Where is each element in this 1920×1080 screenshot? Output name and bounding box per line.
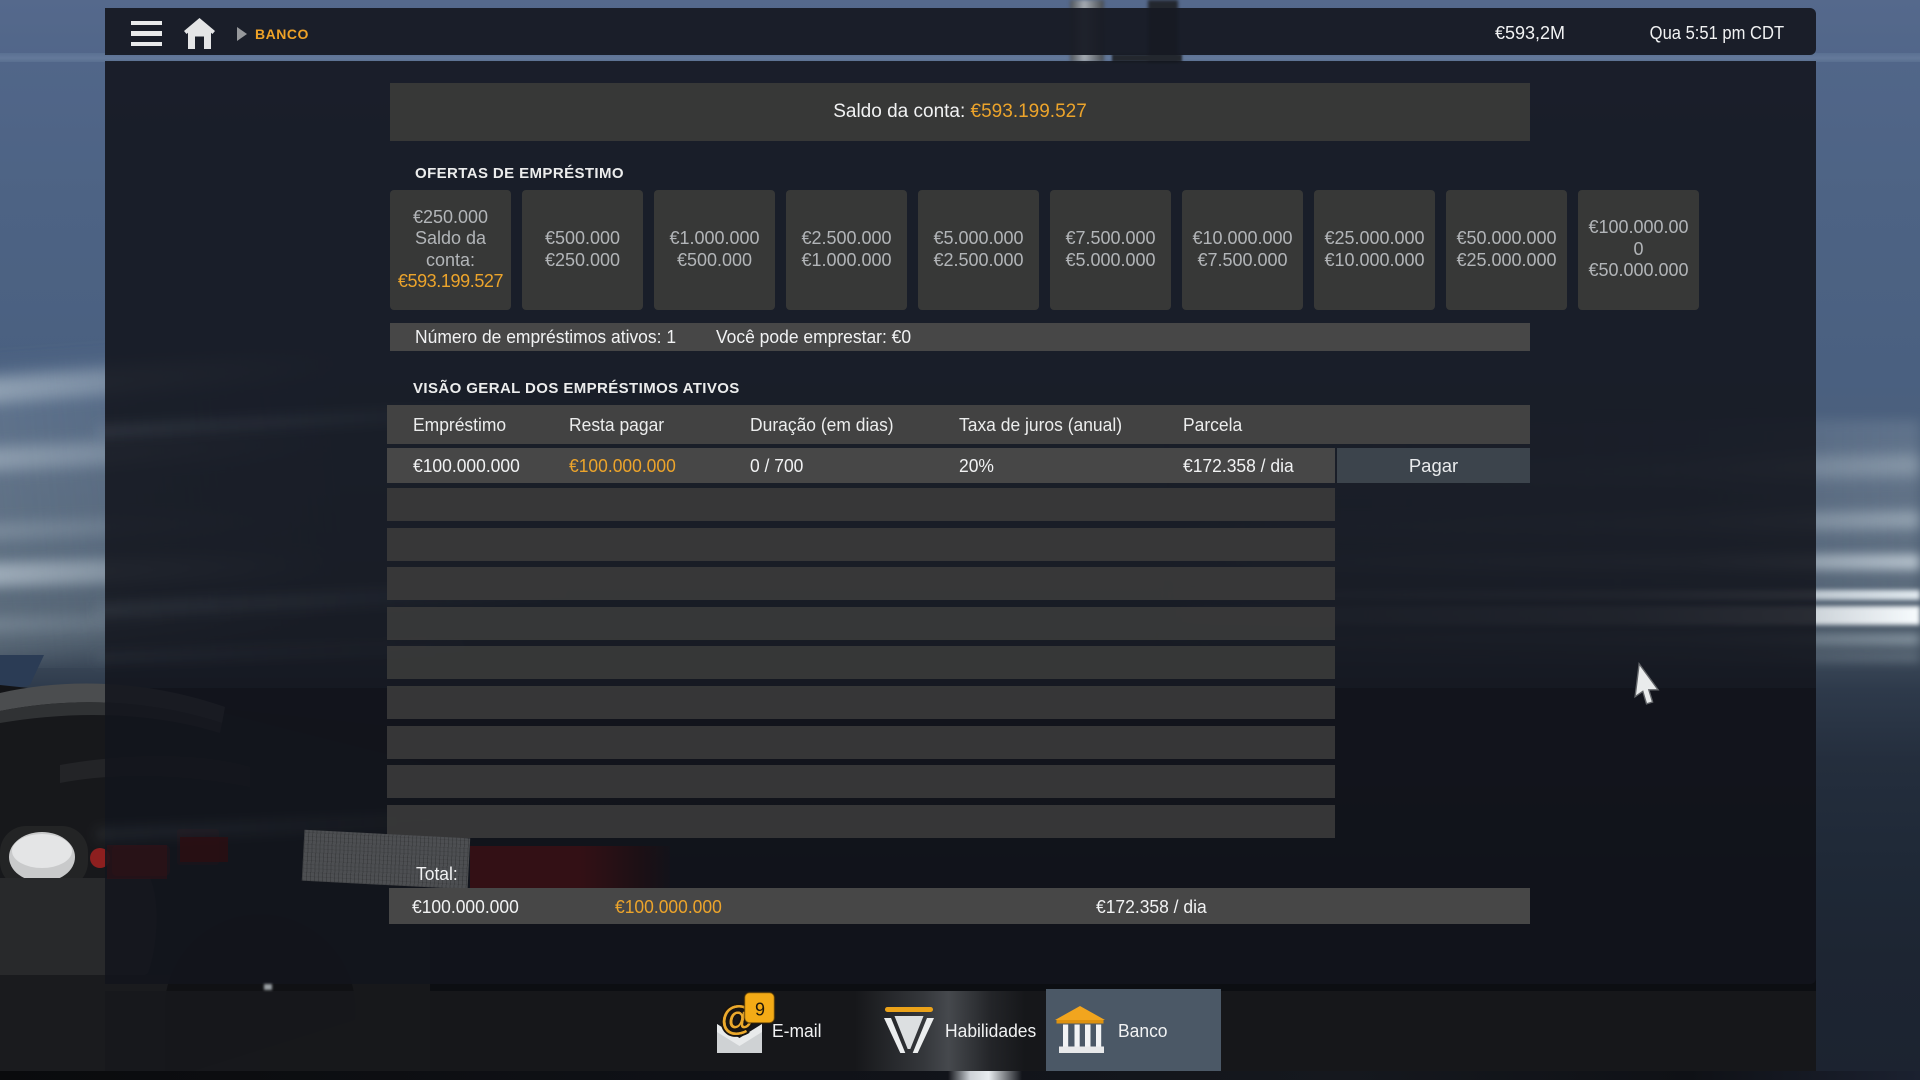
svg-text:9: 9 (755, 1000, 765, 1020)
